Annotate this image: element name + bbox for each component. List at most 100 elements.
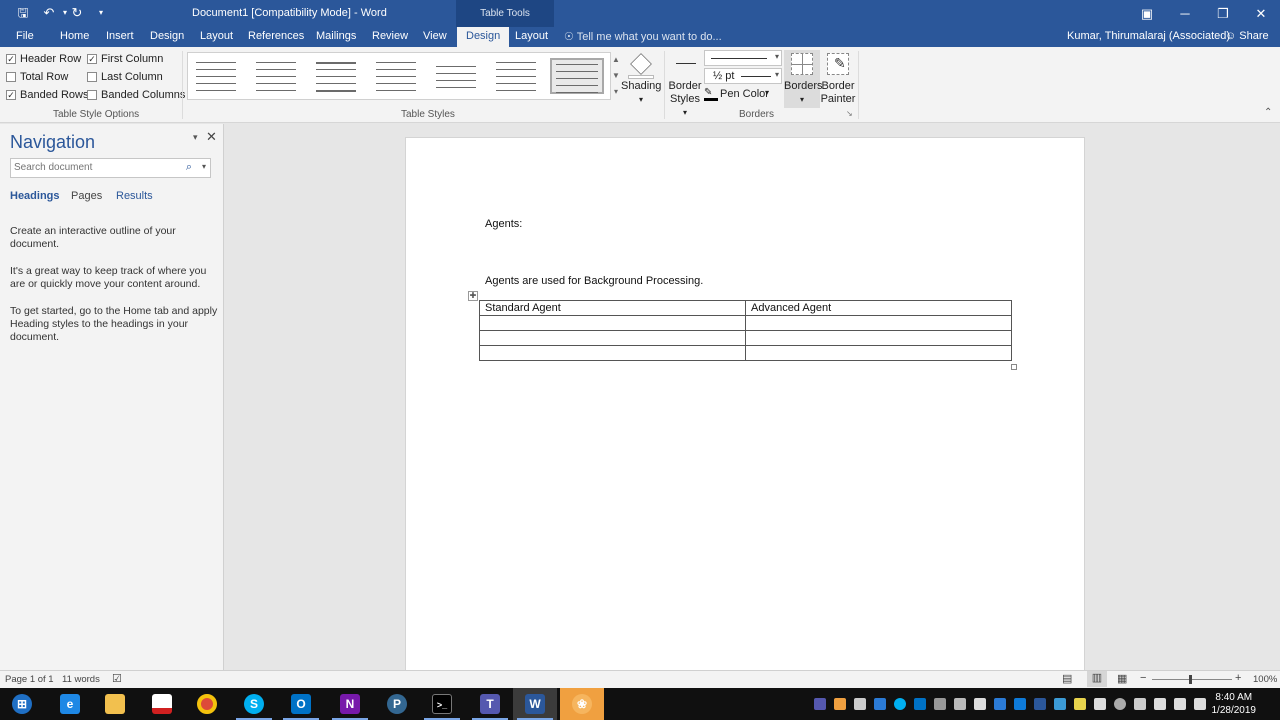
tell-me-box[interactable]: ☉ Tell me what you want to do... [564, 30, 722, 43]
tab-pages[interactable]: Pages [71, 190, 102, 202]
tab-review[interactable]: Review [372, 30, 408, 42]
user-account[interactable]: Kumar, Thirumalaraj (Associated) [1067, 30, 1230, 42]
read-mode-icon[interactable]: ▤ [1062, 672, 1072, 685]
banded-rows-checkbox[interactable]: ✓ Banded Rows [6, 89, 89, 101]
proofing-icon[interactable]: ☑ [112, 672, 122, 685]
taskbar-chrome[interactable] [185, 688, 229, 720]
taskbar-word[interactable]: W [513, 688, 557, 720]
taskbar-app-orange[interactable]: ❀ [560, 688, 604, 720]
tray-flag-icon[interactable] [1194, 698, 1206, 710]
taskbar-onenote[interactable]: N [328, 688, 372, 720]
tray-app-icon[interactable] [834, 698, 846, 710]
tab-file[interactable]: File [16, 30, 34, 42]
table-style-thumb[interactable] [252, 58, 300, 94]
line-weight-select[interactable]: ½ pt ▾ [704, 68, 782, 84]
borders-button[interactable]: Borders ▾ [784, 50, 823, 108]
taskbar-edge[interactable]: e [48, 688, 92, 720]
close-icon[interactable]: ✕ [206, 129, 217, 145]
taskbar-clock[interactable]: 8:40 AM 1/28/2019 [1212, 691, 1257, 717]
tray-word-icon[interactable] [1034, 698, 1046, 710]
header-row-checkbox[interactable]: ✓ Header Row [6, 53, 81, 65]
chevron-down-icon[interactable]: ▼ [612, 71, 620, 80]
tab-headings[interactable]: Headings [10, 190, 60, 202]
customize-qat-icon[interactable]: ▾ [92, 4, 110, 22]
table-style-thumb[interactable] [192, 58, 240, 94]
print-layout-icon[interactable]: ▥ [1087, 671, 1107, 687]
table-style-thumb[interactable] [372, 58, 420, 94]
tray-teams-icon[interactable] [814, 698, 826, 710]
zoom-slider-thumb[interactable] [1189, 675, 1192, 684]
shading-button[interactable]: Shading ▾ [621, 51, 661, 107]
chevron-down-icon[interactable]: ▾ [202, 162, 206, 171]
table-cell[interactable] [479, 345, 746, 361]
first-column-checkbox[interactable]: ✓ First Column [87, 53, 163, 65]
table-cell[interactable]: Advanced Agent [745, 300, 1012, 316]
tab-design[interactable]: Design [150, 30, 184, 42]
zoom-slider[interactable] [1152, 679, 1232, 680]
more-icon[interactable]: ▾ [614, 87, 618, 96]
redo-icon[interactable]: ↻ [68, 4, 86, 22]
zoom-in-icon[interactable]: + [1235, 672, 1241, 684]
web-layout-icon[interactable]: ▦ [1117, 672, 1127, 685]
tab-home[interactable]: Home [60, 30, 89, 42]
table-cell[interactable] [479, 330, 746, 346]
tab-references[interactable]: References [248, 30, 304, 42]
table-cell[interactable] [745, 315, 1012, 331]
tray-bluetooth-icon[interactable] [974, 698, 986, 710]
table-style-thumb[interactable] [492, 58, 540, 94]
taskbar-teams[interactable]: T [468, 688, 512, 720]
line-style-select[interactable]: ▾ [704, 50, 782, 66]
tray-network-icon[interactable] [1094, 698, 1106, 710]
pen-color-button[interactable]: ✎ Pen Color ▾ [704, 87, 774, 103]
tab-mailings[interactable]: Mailings [316, 30, 356, 42]
collapse-ribbon-icon[interactable]: ⌃ [1264, 107, 1272, 118]
search-input[interactable] [11, 159, 181, 176]
save-icon[interactable]: 🖫 [14, 4, 32, 22]
tray-battery-icon[interactable] [1134, 698, 1146, 710]
tray-app-icon[interactable] [954, 698, 966, 710]
share-button[interactable]: ☺ Share [1225, 30, 1269, 42]
pane-options-icon[interactable]: ▾ [193, 132, 198, 143]
document-page[interactable]: Agents: Agents are used for Background P… [405, 137, 1085, 677]
tab-insert[interactable]: Insert [106, 30, 134, 42]
table-cell[interactable]: Standard Agent [479, 300, 746, 316]
minimize-button[interactable]: ─ [1166, 0, 1204, 27]
tray-outlook-icon[interactable] [914, 698, 926, 710]
tray-app-icon[interactable] [994, 698, 1006, 710]
table-cell[interactable] [745, 330, 1012, 346]
tray-globe-icon[interactable] [1114, 698, 1126, 710]
border-styles-button[interactable]: Border Styles ▾ [668, 51, 702, 117]
taskbar-pgadmin[interactable]: P [375, 688, 419, 720]
search-icon[interactable]: ⌕ [186, 161, 192, 174]
tray-skype-icon[interactable] [894, 698, 906, 710]
chevron-up-icon[interactable]: ▲ [612, 55, 620, 64]
page-count[interactable]: Page 1 of 1 [5, 674, 54, 685]
border-painter-button[interactable]: ✎ Border Painter [820, 50, 856, 108]
taskbar-explorer[interactable] [93, 688, 137, 720]
total-row-checkbox[interactable]: Total Row [6, 71, 68, 83]
start-button[interactable]: ⊞ [0, 688, 44, 720]
document-table[interactable]: Standard Agent Advanced Agent [479, 300, 1012, 361]
tray-box-icon[interactable] [1014, 698, 1026, 710]
table-style-thumb[interactable] [432, 58, 480, 94]
table-cell[interactable] [745, 345, 1012, 361]
ribbon-display-options-icon[interactable]: ▣ [1128, 0, 1166, 27]
tray-app-icon[interactable] [874, 698, 886, 710]
taskbar-terminal[interactable]: >_ [420, 688, 464, 720]
table-style-thumb-selected[interactable] [550, 58, 604, 94]
tray-app-icon[interactable] [934, 698, 946, 710]
tab-view[interactable]: View [423, 30, 447, 42]
taskbar-outlook[interactable]: O [279, 688, 323, 720]
tray-app-icon[interactable] [1074, 698, 1086, 710]
close-button[interactable]: ✕ [1242, 0, 1280, 27]
tab-table-design[interactable]: Design [457, 27, 510, 47]
taskbar-skype[interactable]: S [232, 688, 276, 720]
tab-results[interactable]: Results [116, 190, 153, 202]
table-resize-handle[interactable] [1011, 364, 1017, 370]
tray-mail-icon[interactable] [854, 698, 866, 710]
zoom-out-icon[interactable]: − [1140, 672, 1146, 684]
word-count[interactable]: 11 words [62, 674, 100, 685]
table-style-thumb[interactable] [312, 58, 360, 94]
tray-app-icon[interactable] [1054, 698, 1066, 710]
tray-volume-icon[interactable] [1174, 698, 1186, 710]
